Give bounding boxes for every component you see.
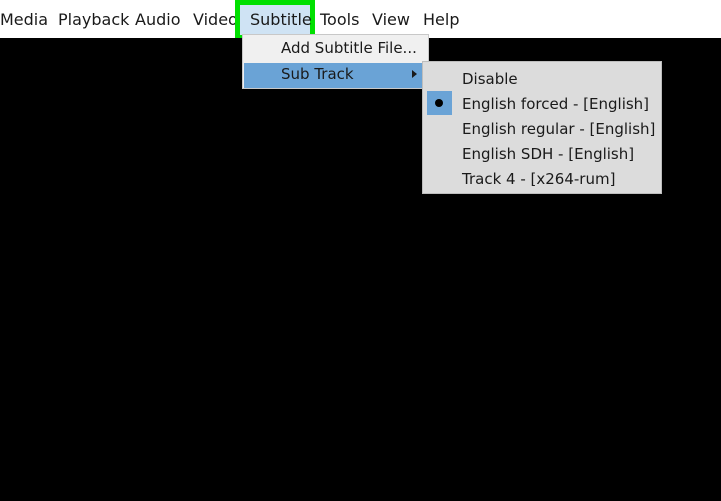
track-item-english-sdh[interactable]: English SDH - [English] (424, 141, 660, 166)
bullet-icon (435, 99, 443, 107)
track-item-disable[interactable]: Disable (424, 66, 660, 91)
menu-video[interactable]: Video (193, 8, 238, 32)
track-item-label: English SDH - [English] (462, 145, 635, 163)
menu-audio[interactable]: Audio (135, 8, 180, 32)
subtitle-dropdown-menu: Add Subtitle File... Sub Track (242, 34, 429, 89)
menu-tools[interactable]: Tools (320, 8, 359, 32)
menu-item-label: Sub Track (281, 65, 354, 83)
menu-playback[interactable]: Playback (58, 8, 129, 32)
menu-item-label: Add Subtitle File... (281, 39, 417, 57)
track-item-track-4[interactable]: Track 4 - [x264-rum] (424, 166, 660, 191)
menu-subtitle[interactable]: Subtitle (250, 8, 312, 32)
menu-view[interactable]: View (372, 8, 410, 32)
submenu-arrow-icon (412, 70, 417, 78)
track-item-label: Track 4 - [x264-rum] (462, 170, 616, 188)
track-item-english-forced[interactable]: English forced - [English] (424, 91, 660, 116)
menu-media[interactable]: Media (0, 8, 48, 32)
track-item-label: Disable (462, 70, 518, 88)
menu-help[interactable]: Help (423, 8, 459, 32)
radio-selected-indicator (427, 91, 452, 115)
track-item-english-regular[interactable]: English regular - [English] (424, 116, 660, 141)
track-item-label: English forced - [English] (462, 95, 650, 113)
track-item-label: English regular - [English] (462, 120, 656, 138)
sub-track-submenu: Disable English forced - [English] Engli… (422, 61, 662, 194)
menu-item-add-subtitle-file[interactable]: Add Subtitle File... (244, 37, 427, 62)
menu-bar: Media Playback Audio Video Subtitle Tool… (0, 0, 721, 40)
menu-item-sub-track[interactable]: Sub Track (244, 63, 427, 88)
